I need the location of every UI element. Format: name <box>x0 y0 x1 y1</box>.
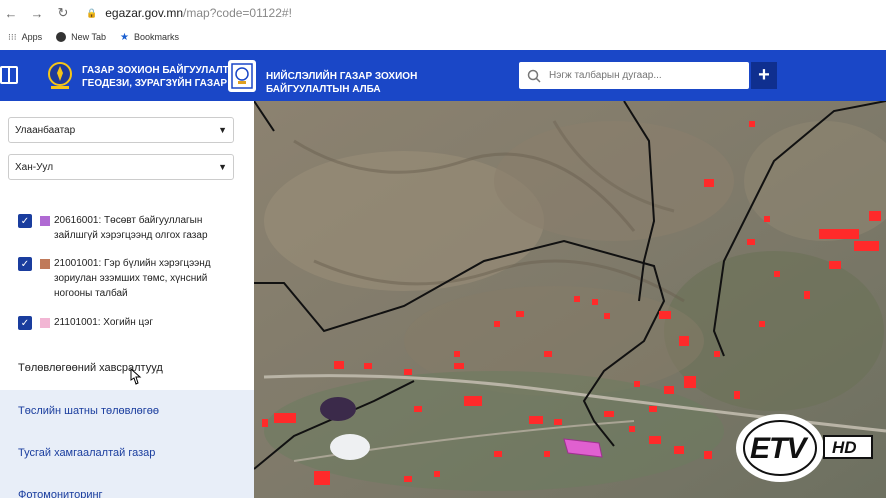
city-select[interactable]: Улаанбаатар ▼ <box>8 117 234 143</box>
org2-title: НИЙСЛЭЛИЙН ГАЗАР ЗОХИОН БАЙГУУЛАЛТЫН АЛБ… <box>266 70 417 96</box>
bookmark-label: Bookmarks <box>133 32 179 42</box>
bookmark-label: New Tab <box>71 32 106 42</box>
hd-badge-text: HD <box>832 438 857 457</box>
bookmark-label: Apps <box>21 32 43 42</box>
legend-item: ✓ 21101001: Хогийн цэг <box>18 315 238 330</box>
org2-title-line2: БАЙГУУЛАЛТЫН АЛБА <box>266 84 381 95</box>
parcel-search-box[interactable] <box>519 62 749 89</box>
org1-title-line1: ГАЗАР ЗОХИОН БАЙГУУЛАЛТ, <box>82 65 231 76</box>
search-icon <box>527 69 541 83</box>
lock-icon: 🔒 <box>86 7 98 18</box>
search-input[interactable] <box>549 70 739 81</box>
nav-photo-monitoring[interactable]: Фотомониторинг <box>0 474 254 498</box>
url-host: egazar.gov.mn <box>105 6 184 20</box>
legend-item: ✓ 21001001: Гэр бүлийн хэрэгцээнд зориул… <box>18 256 238 301</box>
nav-protected-area[interactable]: Тусгай хамгаалалтай газар <box>0 432 254 474</box>
chevron-down-icon: ▼ <box>218 125 227 135</box>
chevron-down-icon: ▼ <box>218 162 227 172</box>
nav-project-plan[interactable]: Төслийн шатны төлөвлөгөө <box>0 390 254 432</box>
layer-checkbox[interactable]: ✓ <box>18 257 32 271</box>
layer-checkbox[interactable]: ✓ <box>18 316 32 330</box>
legend-label: 21001001: Гэр бүлийн хэрэгцээнд зориулан… <box>54 258 211 299</box>
city-select-value: Улаанбаатар <box>15 124 76 136</box>
apps-grid-icon: ⁝⁝⁝ <box>8 31 17 42</box>
legend-swatch <box>40 259 50 269</box>
reload-icon[interactable]: ↻ <box>54 4 72 22</box>
org1-title: ГАЗАР ЗОХИОН БАЙГУУЛАЛТ, ГЕОДЕЗИ, ЗУРАГЗ… <box>82 64 231 90</box>
forward-icon[interactable]: → <box>28 4 46 22</box>
add-button[interactable]: + <box>751 62 777 89</box>
bookmark-new-tab[interactable]: New Tab <box>56 32 106 42</box>
legend-swatch <box>40 216 50 226</box>
legend-swatch <box>40 318 50 328</box>
sidebar-toggle-icon[interactable] <box>0 66 18 84</box>
browser-toolbar: ← → ↻ 🔒 egazar.gov.mn/map?code=01122#! <box>0 0 886 26</box>
mongolia-emblem-icon <box>46 60 74 92</box>
etv-brand-text: ETV <box>750 432 806 465</box>
org1-title-line2: ГЕОДЕЗИ, ЗУРАГЗҮЙН ГАЗАР <box>82 78 228 89</box>
etv-watermark-logo: ETV HD <box>736 408 886 498</box>
layer-checkbox[interactable]: ✓ <box>18 214 32 228</box>
back-icon[interactable]: ← <box>2 4 20 22</box>
bookmarks-bar: ⁝⁝⁝ Apps New Tab ★ Bookmarks <box>0 26 886 48</box>
sidebar: Улаанбаатар ▼ Хан-Уул ▼ ✓ 20616001: Төсө… <box>0 101 254 498</box>
address-bar[interactable]: 🔒 egazar.gov.mn/map?code=01122#! <box>86 6 292 20</box>
district-select[interactable]: Хан-Уул ▼ <box>8 154 234 180</box>
legend-label: 21101001: Хогийн цэг <box>54 317 154 328</box>
mouse-cursor-icon <box>130 368 142 385</box>
legend-item: ✓ 20616001: Төсөвт байгууллагын зайлшгүй… <box>18 213 238 243</box>
bookmark-bookmarks[interactable]: ★ Bookmarks <box>120 32 179 43</box>
district-select-value: Хан-Уул <box>15 161 54 173</box>
legend-label: 20616001: Төсөвт байгууллагын зайлшгүй х… <box>54 215 208 241</box>
star-icon: ★ <box>119 31 129 43</box>
url-path: /map?code=01122#! <box>183 6 292 20</box>
city-land-office-logo-icon <box>228 60 256 92</box>
org2-title-line1: НИЙСЛЭЛИЙН ГАЗАР ЗОХИОН <box>266 71 418 82</box>
globe-icon <box>56 32 67 42</box>
bookmark-apps[interactable]: ⁝⁝⁝ Apps <box>8 32 42 43</box>
